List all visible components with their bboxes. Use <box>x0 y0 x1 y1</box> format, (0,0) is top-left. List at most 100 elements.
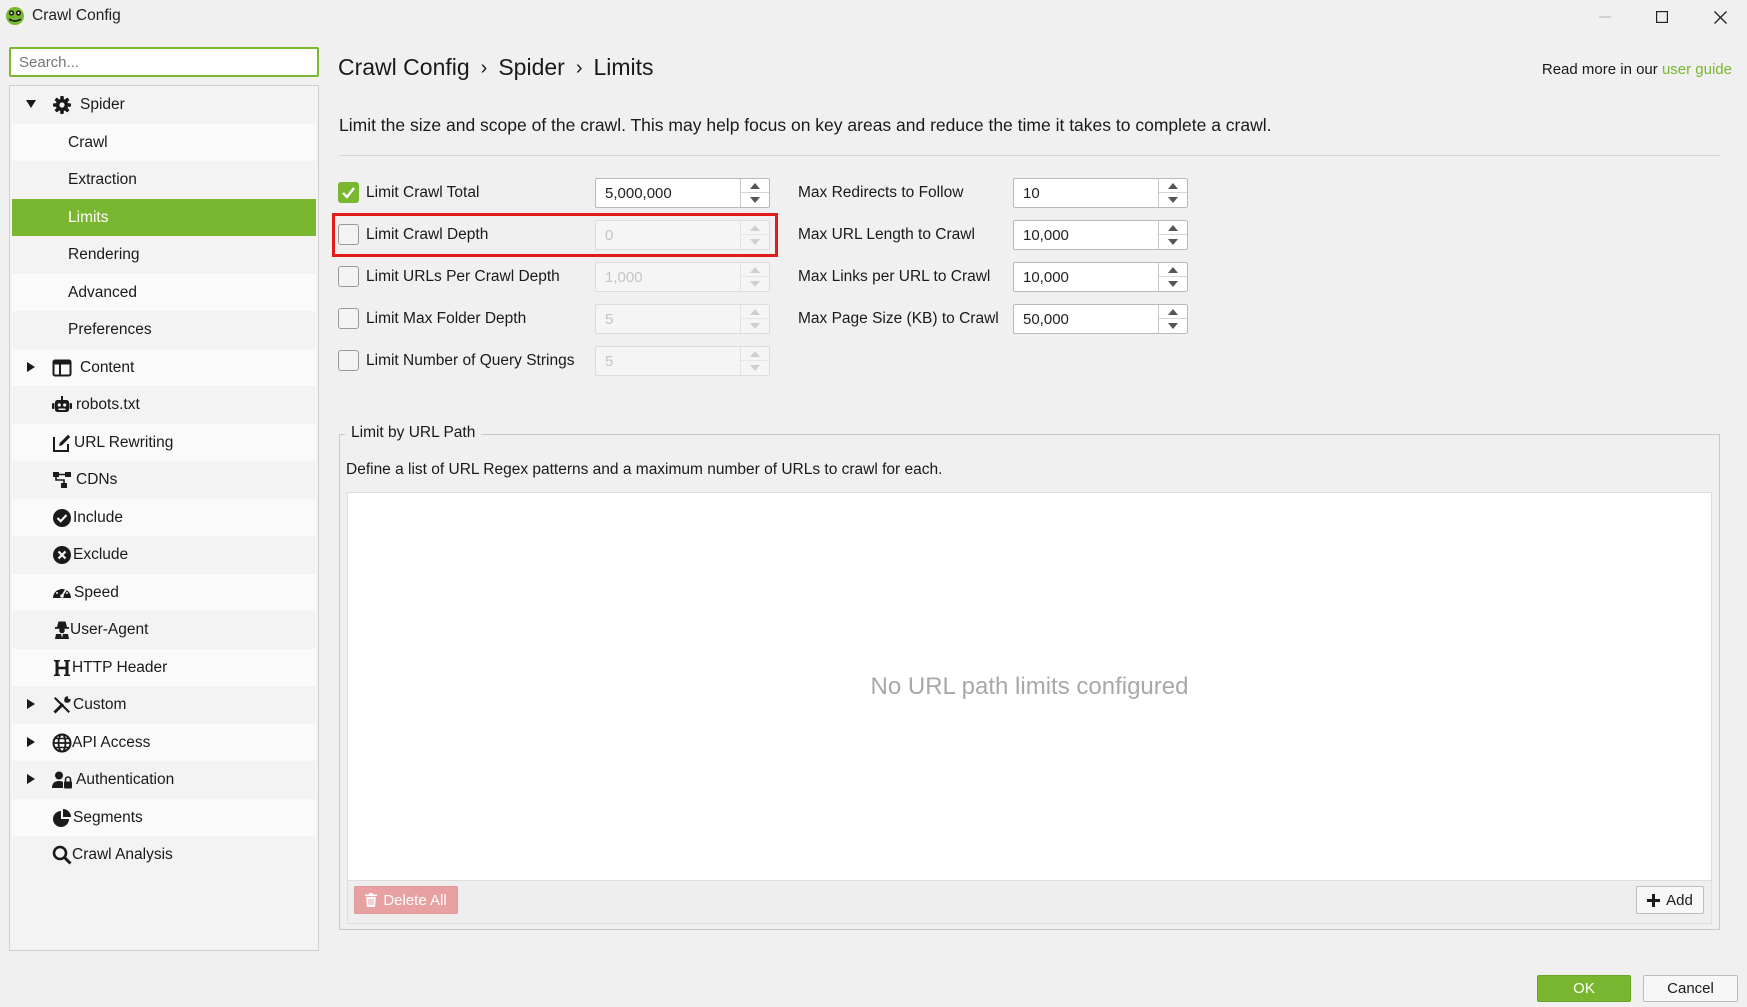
limit-crawl-total-spinner[interactable] <box>595 178 770 208</box>
caret-down-icon <box>1168 239 1178 245</box>
maximize-icon <box>1656 11 1668 23</box>
sidebar-item-robots-txt[interactable]: robots.txt <box>12 386 316 424</box>
spin-up-button[interactable] <box>1159 179 1187 193</box>
sidebar-item-http-header[interactable]: HTTP Header <box>12 648 316 686</box>
sidebar-item-label: Limits <box>68 208 109 226</box>
spin-down-button <box>741 277 769 291</box>
breadcrumb-item[interactable]: Spider <box>498 54 564 80</box>
sidebar-item-cdns[interactable]: CDNs <box>12 461 316 499</box>
limit-max-folder-depth-spinner <box>595 304 770 334</box>
cancel-button[interactable]: Cancel <box>1643 975 1738 1002</box>
gear-icon <box>53 96 71 114</box>
breadcrumb-item[interactable]: Crawl Config <box>338 54 470 80</box>
chevron-right-icon[interactable] <box>26 736 36 747</box>
sidebar-item-content[interactable]: Content <box>12 348 316 386</box>
spin-down-button[interactable] <box>1159 193 1187 207</box>
max-page-size-label: Max Page Size (KB) to Crawl <box>798 310 999 327</box>
limit-max-folder-depth-checkbox-row[interactable]: Limit Max Folder Depth <box>338 306 578 332</box>
url-path-toolbar <box>347 881 1712 924</box>
frog-logo-icon <box>6 7 24 25</box>
sidebar-item-label: Speed <box>74 583 119 601</box>
limit-max-folder-depth-checkbox[interactable] <box>338 308 359 329</box>
limit-number-of-query-strings-checkbox[interactable] <box>338 350 359 371</box>
divider <box>339 155 1720 156</box>
close-button[interactable] <box>1691 2 1747 32</box>
edit-icon <box>53 434 71 452</box>
add-button[interactable]: Add <box>1636 886 1704 914</box>
sidebar-item-limits[interactable]: Limits <box>12 198 316 236</box>
tools-icon <box>53 695 72 714</box>
sidebar-item-label: Crawl Analysis <box>72 846 173 863</box>
spin-up-button[interactable] <box>741 179 769 193</box>
caret-up-icon <box>1168 308 1178 315</box>
sidebar-item-label: Include <box>73 508 123 526</box>
caret-up-icon <box>1168 266 1178 273</box>
spin-up-button <box>741 305 769 319</box>
max-page-size-spinner[interactable] <box>1013 304 1188 334</box>
spin-down-button <box>741 319 769 333</box>
max-url-length-spinner[interactable] <box>1013 220 1188 250</box>
sidebar-item-extraction[interactable]: Extraction <box>12 161 316 199</box>
x-circle-icon <box>53 546 71 564</box>
sidebar-item-label: Exclude <box>73 546 129 563</box>
max-redirects-input[interactable] <box>1014 179 1159 207</box>
limit-urls-per-crawl-depth-checkbox-row[interactable]: Limit URLs Per Crawl Depth <box>338 264 578 290</box>
sidebar-item-label: Rendering <box>68 246 140 263</box>
spin-up-button[interactable] <box>1159 305 1187 319</box>
max-links-per-url-input[interactable] <box>1014 263 1159 291</box>
url-path-list[interactable]: No URL path limits configured <box>347 492 1712 881</box>
user-lock-icon <box>52 771 72 789</box>
sidebar-item-crawl[interactable]: Crawl <box>12 123 316 161</box>
title-bar: Crawl Config <box>0 0 1747 34</box>
max-links-per-url-label: Max Links per URL to Crawl <box>798 268 991 285</box>
sidebar-item-rendering[interactable]: Rendering <box>12 236 316 274</box>
chevron-right-icon[interactable] <box>26 774 36 784</box>
sidebar-item-label: Custom <box>73 696 127 713</box>
max-redirects-spinner[interactable] <box>1013 178 1188 208</box>
check-circle-icon <box>53 508 71 527</box>
breadcrumb: Crawl Config › Spider › Limits <box>338 54 654 81</box>
max-url-length-input[interactable] <box>1014 221 1159 249</box>
spin-up-button[interactable] <box>1159 221 1187 235</box>
limit-crawl-total-checkbox[interactable] <box>338 182 359 203</box>
max-page-size-input[interactable] <box>1014 305 1159 333</box>
sidebar-item-advanced[interactable]: Advanced <box>12 273 316 311</box>
limit-crawl-total-input[interactable] <box>596 179 741 207</box>
maximize-button[interactable] <box>1633 2 1691 32</box>
spin-down-button[interactable] <box>741 193 769 207</box>
sidebar-item-exclude[interactable]: Exclude <box>12 536 316 574</box>
sidebar-item-label: Authentication <box>76 771 175 788</box>
caret-down-icon <box>750 323 760 329</box>
sidebar-item-authentication[interactable]: Authentication <box>12 761 316 799</box>
sidebar-item-segments[interactable]: Segments <box>12 798 316 836</box>
ok-button[interactable]: OK <box>1537 975 1631 1002</box>
sidebar-item-crawl-analysis[interactable]: Crawl Analysis <box>12 836 316 874</box>
spin-down-button[interactable] <box>1159 277 1187 291</box>
sidebar-item-api-access[interactable]: API Access <box>12 723 316 761</box>
search-input[interactable] <box>9 47 319 77</box>
sidebar-item-include[interactable]: Include <box>12 498 316 536</box>
sidebar-item-custom[interactable]: Custom <box>12 686 316 724</box>
limit-urls-per-crawl-depth-checkbox[interactable] <box>338 266 359 287</box>
user-guide-link[interactable]: user guide <box>1662 61 1732 78</box>
user-secret-icon <box>55 621 69 639</box>
add-label: Add <box>1666 891 1693 909</box>
chevron-right-icon[interactable] <box>26 699 36 709</box>
sidebar-item-speed[interactable]: Speed <box>12 573 316 611</box>
limit-number-of-query-strings-checkbox-row[interactable]: Limit Number of Query Strings <box>338 348 588 374</box>
sidebar-item-url-rewriting[interactable]: URL Rewriting <box>12 423 316 461</box>
spin-down-button[interactable] <box>1159 235 1187 249</box>
breadcrumb-separator: › <box>575 57 583 79</box>
max-links-per-url-spinner[interactable] <box>1013 262 1188 292</box>
chevron-down-icon[interactable] <box>26 99 36 109</box>
chevron-right-icon[interactable] <box>26 361 36 372</box>
sidebar-item-spider[interactable]: Spider <box>12 86 316 124</box>
spin-up-button[interactable] <box>1159 263 1187 277</box>
highlight-box <box>332 213 778 257</box>
minimize-button[interactable] <box>1576 2 1634 32</box>
limit-crawl-total-checkbox-row[interactable]: Limit Crawl Total <box>338 180 578 206</box>
sidebar-item-preferences[interactable]: Preferences <box>12 311 316 349</box>
delete-all-button[interactable]: Delete All <box>354 886 458 914</box>
sidebar-item-user-agent[interactable]: User-Agent <box>12 611 316 649</box>
spin-down-button[interactable] <box>1159 319 1187 333</box>
